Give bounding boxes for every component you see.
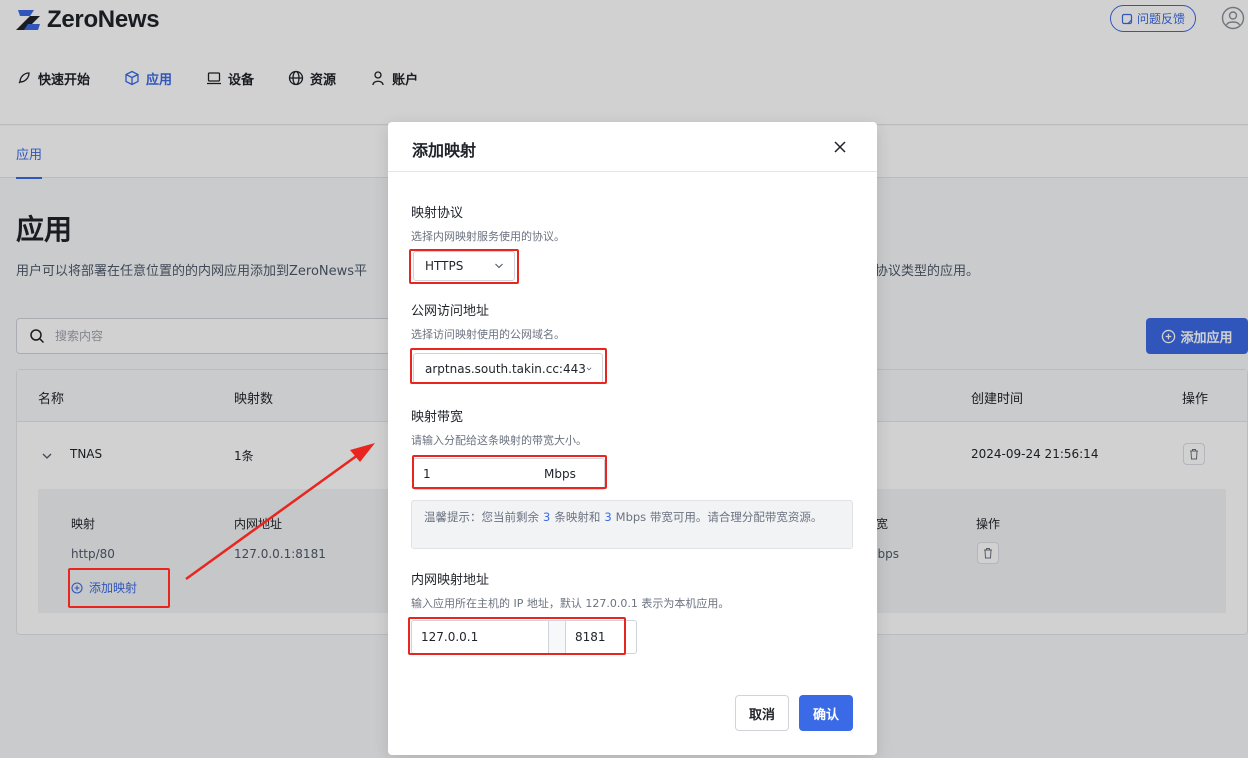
public-address-select[interactable]: arptnas.south.takin.cc:443 bbox=[413, 353, 603, 384]
dialog-header: 添加映射 bbox=[388, 122, 877, 172]
protocol-value: HTTPS bbox=[425, 259, 464, 273]
bandwidth-field[interactable]: Mbps bbox=[413, 458, 605, 490]
internal-port-field[interactable] bbox=[565, 620, 637, 654]
bandwidth-label: 映射带宽 bbox=[411, 410, 464, 425]
internal-ip-input[interactable] bbox=[412, 630, 540, 644]
bandwidth-tip: 温馨提示：您当前剩余 3 条映射和 3 Mbps 带宽可用。请合理分配带宽资源。 bbox=[411, 500, 853, 549]
tip-prefix: 温馨提示：您当前剩余 bbox=[424, 510, 539, 524]
tip-remaining-mappings: 3 bbox=[543, 510, 551, 524]
tip-middle: 条映射和 bbox=[554, 510, 601, 524]
chevron-down-icon bbox=[495, 263, 503, 269]
protocol-label: 映射协议 bbox=[411, 206, 464, 221]
internal-ip-field[interactable] bbox=[411, 620, 549, 654]
tip-remaining-bandwidth: 3 bbox=[604, 510, 612, 524]
ip-port-separator bbox=[548, 620, 566, 654]
internal-port-input[interactable] bbox=[566, 630, 626, 644]
internal-address-hint: 输入应用所在主机的 IP 地址，默认 127.0.0.1 表示为本机应用。 bbox=[411, 597, 730, 610]
chevron-down-icon bbox=[586, 367, 592, 370]
internal-address-label: 内网映射地址 bbox=[411, 573, 490, 588]
public-address-hint: 选择访问映射使用的公网域名。 bbox=[411, 328, 565, 341]
public-address-value: arptnas.south.takin.cc:443 bbox=[425, 361, 586, 376]
tip-suffix: Mbps 带宽可用。请合理分配带宽资源。 bbox=[615, 510, 823, 524]
bandwidth-input[interactable] bbox=[414, 467, 544, 481]
bandwidth-hint: 请输入分配给这条映射的带宽大小。 bbox=[411, 434, 587, 447]
close-icon[interactable] bbox=[832, 139, 848, 155]
bandwidth-unit: Mbps bbox=[544, 467, 576, 481]
dialog-title: 添加映射 bbox=[412, 141, 477, 160]
add-mapping-dialog: 添加映射 映射协议 选择内网映射服务使用的协议。 HTTPS 公网访问地址 选择… bbox=[388, 122, 877, 755]
protocol-hint: 选择内网映射服务使用的协议。 bbox=[411, 230, 565, 243]
cancel-button[interactable]: 取消 bbox=[735, 695, 789, 731]
confirm-button[interactable]: 确认 bbox=[799, 695, 853, 731]
protocol-select[interactable]: HTTPS bbox=[413, 251, 515, 281]
public-address-label: 公网访问地址 bbox=[411, 304, 490, 319]
